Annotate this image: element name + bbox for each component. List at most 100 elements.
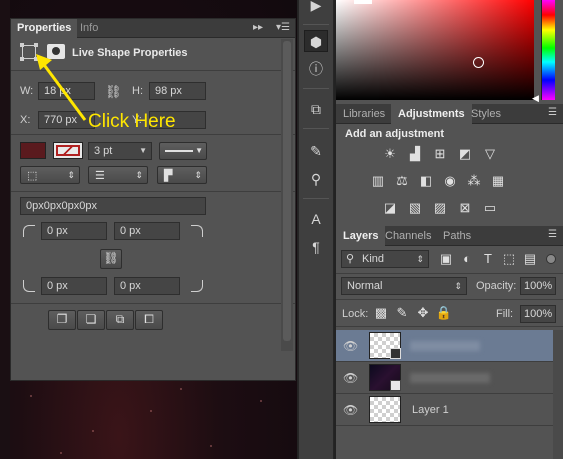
layer-row[interactable]: 👁 Layer 1 [336,394,563,426]
subtract-shapes-button[interactable]: ❏ [77,310,105,330]
collapse-arrows-icon[interactable]: ▸▸ [253,22,263,33]
corner-top-left-field[interactable]: 0 px [41,222,107,240]
color-balance-icon[interactable]: ⚖ [393,173,411,189]
layer-row[interactable]: 👁 [336,362,563,394]
intersect-shapes-button[interactable]: ⧉ [106,310,134,330]
visibility-eye-icon[interactable]: 👁 [343,339,358,353]
combine-shapes-button[interactable]: ❐ [48,310,76,330]
updown-arrow-icon: ⇕ [67,170,75,180]
filter-adjustment-icon[interactable]: ◐ [458,251,476,267]
clone-source-icon[interactable]: ⧉ [304,98,328,120]
properties-tab-bar: Properties Info ▸▸ ▾☰ [11,19,295,38]
lock-all-icon[interactable]: 🔒 [435,305,453,321]
intersect-shapes-icon: ⧉ [115,312,125,326]
color-lookup-icon[interactable]: ▦ [489,173,507,189]
threshold-icon[interactable]: ▨ [431,200,449,216]
stroke-color-swatch[interactable] [53,142,83,159]
fill-color-swatch[interactable] [20,142,46,159]
visibility-eye-icon[interactable]: 👁 [343,371,358,385]
hue-slider-handle-icon[interactable]: ◀ [532,93,539,104]
stroke-width-field[interactable]: 3 pt ▼ [88,142,152,160]
tab-properties[interactable]: Properties [11,19,78,38]
brush-settings-icon[interactable]: ⚲ [304,168,328,190]
hue-slider[interactable] [541,0,555,100]
stroke-type-dropdown[interactable]: ▼ [159,142,207,160]
link-corners-button[interactable]: ⛓ [100,249,122,269]
filter-type-icon[interactable]: T [479,251,497,267]
dropdown-arrow-icon: ▼ [195,146,203,155]
link-dimensions-icon[interactable]: ⛓ [105,84,122,100]
paragraph-icon[interactable]: ¶ [304,236,328,258]
corner-radius-field[interactable]: 0px0px0px0px [20,197,206,215]
tab-styles[interactable]: Styles [464,104,508,124]
corner-bottom-left-field[interactable]: 0 px [41,277,107,295]
black-white-icon[interactable]: ◧ [417,173,435,189]
layer-filter-kind[interactable]: ⚲ Kind ⇕ [341,250,429,268]
visibility-eye-icon[interactable]: 👁 [343,403,358,417]
shape-layer-badge-icon [390,348,401,359]
channel-mixer-icon[interactable]: ⁂ [465,173,483,189]
exposure-icon[interactable]: ◩ [456,146,474,162]
stroke-align-dropdown[interactable]: ⬚ ⇕ [20,166,80,184]
tab-paths[interactable]: Paths [436,226,478,246]
stroke-caps-dropdown[interactable]: ☰ ⇕ [88,166,148,184]
annotation-text: Click Here [88,111,176,132]
search-icon: ⚲ [346,253,355,265]
exclude-shapes-button[interactable]: ⧠ [135,310,163,330]
gradient-map-icon[interactable]: ▭ [481,200,499,216]
x-label: X: [20,114,31,126]
photo-filter-icon[interactable]: ◉ [441,173,459,189]
lock-position-icon[interactable]: ✥ [414,305,432,321]
fill-field[interactable]: 100% [520,305,556,323]
stroke-corners-icon: ▛ [164,170,173,182]
lock-transparent-icon[interactable]: ▩ [372,305,390,321]
filter-toggle[interactable] [546,254,556,264]
layer-row[interactable]: 👁 [336,330,563,362]
corner-top-right-field[interactable]: 0 px [114,222,180,240]
panel-menu-icon[interactable]: ☰ [548,107,557,118]
3d-cube-icon[interactable]: ⬢ [304,30,328,52]
invert-icon[interactable]: ◪ [381,200,399,216]
properties-scrollbar[interactable] [281,39,293,351]
tab-adjustments[interactable]: Adjustments [391,104,472,124]
panel-menu-icon[interactable]: ☰ [548,229,557,240]
hue-saturation-icon[interactable]: ▥ [369,173,387,189]
panel-icon-strip: ▶ ⬢ ⓘ ⧉ ✎ ⚲ A ¶ [298,0,334,459]
height-field[interactable]: 98 px [149,82,206,100]
color-picker-cursor[interactable] [473,57,484,68]
layer-thumbnail [369,396,401,423]
posterize-icon[interactable]: ▧ [406,200,424,216]
filter-smart-object-icon[interactable]: ▤ [521,251,539,267]
filter-shape-icon[interactable]: ⬚ [500,251,518,267]
panel-menu-icon[interactable]: ▾☰ [276,22,290,33]
annotation-arrow [36,54,87,121]
filter-pixel-icon[interactable]: ▣ [437,251,455,267]
opacity-field[interactable]: 100% [520,277,556,295]
vibrance-icon[interactable]: ▽ [481,146,499,162]
updown-arrow-icon: ⇕ [454,281,462,291]
layer-thumbnail [369,332,401,359]
info-icon[interactable]: ⓘ [304,58,328,80]
foreground-swatch[interactable] [354,0,372,4]
smart-object-badge-icon [390,380,401,391]
brush-presets-icon[interactable]: ✎ [304,140,328,162]
stroke-corners-dropdown[interactable]: ▛ ⇕ [157,166,207,184]
filter-kind-value: Kind [362,253,385,265]
tab-channels[interactable]: Channels [378,226,438,246]
curves-icon[interactable]: ⊞ [431,146,449,162]
height-label: H: [132,85,143,97]
color-field[interactable] [336,0,534,100]
selective-color-icon[interactable]: ⊠ [456,200,474,216]
levels-icon[interactable]: ▟ [406,146,424,162]
blend-mode-dropdown[interactable]: Normal ⇕ [341,277,467,295]
lock-image-icon[interactable]: ✎ [393,305,411,321]
dropdown-arrow-icon: ▼ [139,146,147,155]
layers-scrollbar[interactable] [553,330,563,459]
character-icon[interactable]: A [304,208,328,230]
updown-arrow-icon: ⇕ [135,170,143,180]
tab-libraries[interactable]: Libraries [336,104,392,124]
corner-bottom-right-field[interactable]: 0 px [114,277,180,295]
brightness-icon[interactable]: ☀ [381,146,399,162]
play-icon[interactable]: ▶ [304,0,328,16]
tab-info[interactable]: Info [74,19,104,38]
